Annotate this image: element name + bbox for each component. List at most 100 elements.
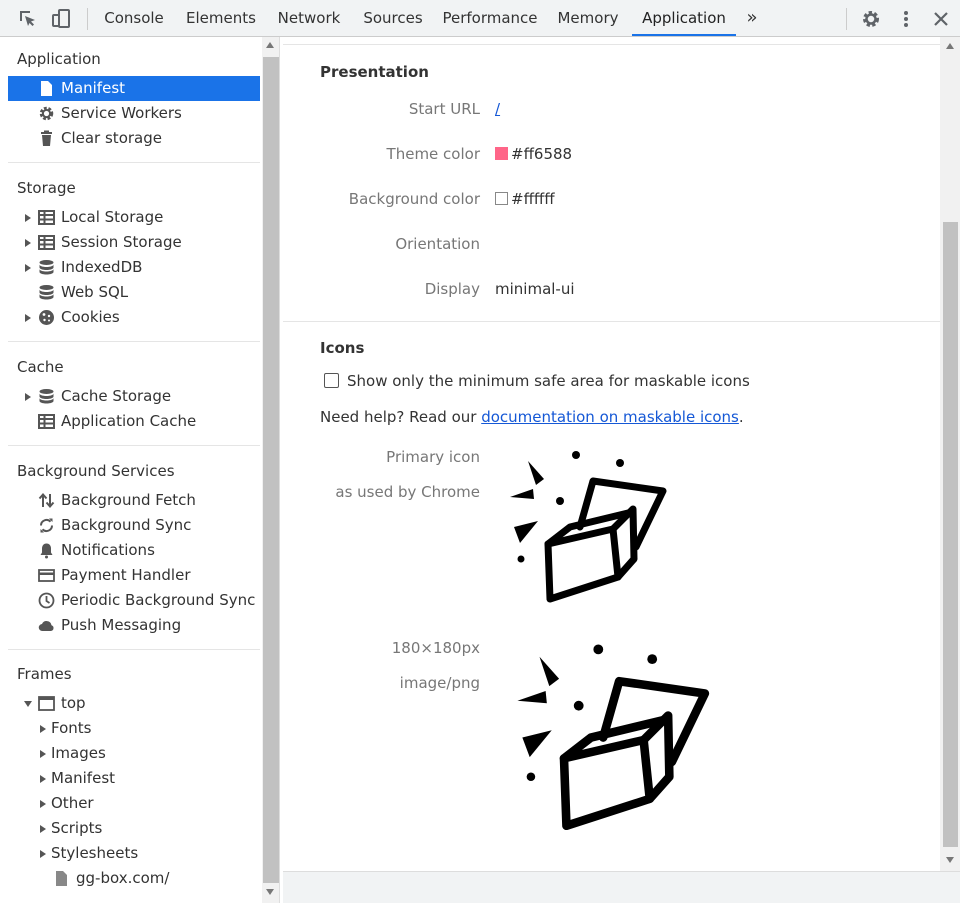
tab-sources[interactable]: Sources	[358, 0, 428, 36]
primary-icon-sub-label: as used by Chrome	[335, 483, 480, 501]
display-label: Display	[424, 280, 480, 298]
start-url-value[interactable]: /	[495, 100, 500, 118]
sidebar-item-label: Periodic Background Sync	[61, 591, 256, 609]
inspect-element-icon[interactable]	[18, 9, 38, 29]
icons-heading: Icons	[320, 339, 365, 357]
expand-arrow-icon[interactable]	[40, 750, 46, 758]
tab-elements[interactable]: Elements	[180, 0, 262, 36]
main-scrollbar-thumb[interactable]	[943, 222, 958, 847]
expand-arrow-icon[interactable]	[40, 825, 46, 833]
file-icon	[56, 871, 67, 886]
sidebar-item-label: Session Storage	[61, 233, 182, 251]
section-title-storage: Storage	[17, 179, 76, 197]
table-icon	[38, 210, 55, 225]
start-url-label: Start URL	[408, 100, 480, 118]
help-prefix: Need help? Read our	[320, 408, 482, 426]
maskable-checkbox[interactable]	[324, 373, 339, 388]
sidebar-item-label: Notifications	[61, 541, 155, 559]
orientation-label: Orientation	[395, 235, 480, 253]
expand-arrow-icon[interactable]	[25, 214, 31, 222]
help-text: Need help? Read our documentation on mas…	[320, 408, 744, 426]
gear-icon[interactable]	[861, 9, 881, 29]
up-down-arrows-icon	[38, 492, 55, 509]
scroll-down-icon[interactable]	[946, 857, 954, 863]
sidebar-item-label: Cache Storage	[61, 387, 172, 405]
icon-type-label: image/png	[399, 674, 480, 692]
main-scrollbar[interactable]	[940, 37, 960, 871]
sidebar-item-label: Service Workers	[61, 104, 182, 122]
table-icon	[38, 235, 55, 250]
tab-memory[interactable]: Memory	[550, 0, 626, 36]
background-color-text: #ffffff	[511, 190, 555, 208]
background-color-swatch	[495, 192, 508, 205]
tab-application[interactable]: Application	[632, 0, 736, 36]
sidebar-item-label: Stylesheets	[51, 844, 139, 862]
expand-arrow-icon[interactable]	[40, 725, 46, 733]
tab-network[interactable]: Network	[271, 0, 347, 36]
divider	[283, 321, 940, 322]
window-frame-icon	[38, 696, 55, 711]
expand-arrow-icon[interactable]	[40, 775, 46, 783]
expand-arrow-icon[interactable]	[25, 314, 31, 322]
expand-arrow-icon[interactable]	[25, 239, 31, 247]
sidebar-item-label: gg-box.com/	[76, 869, 170, 887]
more-tabs-button[interactable]: »	[742, 0, 762, 36]
sidebar-item-label: Other	[51, 794, 94, 812]
cookie-icon	[39, 310, 54, 325]
display-value: minimal-ui	[495, 280, 575, 298]
sidebar-scrollbar-thumb[interactable]	[263, 57, 279, 883]
sidebar-item-label: IndexedDB	[61, 258, 143, 276]
section-title-application: Application	[17, 50, 101, 68]
sidebar-item-label: Clear storage	[61, 129, 162, 147]
more-options-icon[interactable]	[896, 9, 916, 29]
sidebar-scrollbar[interactable]	[262, 37, 280, 903]
sidebar: Application Manifest Service Workers Cle…	[0, 37, 262, 903]
database-icon	[39, 285, 54, 300]
tab-performance[interactable]: Performance	[438, 0, 542, 36]
theme-color-text: #ff6588	[511, 145, 573, 163]
sidebar-item-label: Background Fetch	[61, 491, 196, 509]
sidebar-item-label: Scripts	[51, 819, 103, 837]
divider	[283, 44, 940, 45]
database-icon	[39, 389, 54, 404]
collapse-arrow-icon[interactable]	[24, 701, 32, 707]
expand-arrow-icon[interactable]	[40, 850, 46, 858]
sidebar-item-label: Cookies	[61, 308, 120, 326]
theme-color-value: #ff6588	[495, 145, 572, 163]
device-toolbar-icon[interactable]	[51, 9, 71, 29]
expand-arrow-icon[interactable]	[25, 393, 31, 401]
box-icon-image	[517, 644, 710, 831]
scroll-up-icon[interactable]	[946, 43, 954, 49]
sync-icon	[39, 518, 54, 533]
trash-icon	[41, 130, 52, 146]
bottom-bar	[283, 871, 960, 903]
divider	[8, 341, 260, 342]
sidebar-item-label: Push Messaging	[61, 616, 182, 634]
cloud-icon	[38, 621, 54, 632]
scroll-down-icon[interactable]	[266, 889, 274, 895]
close-icon[interactable]	[931, 9, 951, 29]
table-icon	[38, 414, 55, 429]
background-color-value: #ffffff	[495, 190, 555, 208]
start-url-link[interactable]: /	[495, 100, 500, 118]
tab-console[interactable]: Console	[96, 0, 172, 36]
expand-arrow-icon[interactable]	[40, 800, 46, 808]
toolbar-separator	[87, 8, 88, 30]
scroll-up-icon[interactable]	[266, 42, 274, 48]
sidebar-item-label: top	[61, 694, 86, 712]
maskable-docs-link[interactable]: documentation on maskable icons	[481, 408, 739, 426]
sidebar-item-label: Background Sync	[61, 516, 192, 534]
sidebar-item-manifest[interactable]: Manifest	[8, 76, 260, 101]
bell-icon	[40, 543, 53, 559]
sidebar-item-label: Manifest	[51, 769, 116, 787]
divider	[8, 649, 260, 650]
maskable-checkbox-label[interactable]: Show only the minimum safe area for mask…	[347, 372, 750, 390]
help-suffix: .	[738, 408, 744, 426]
divider	[8, 162, 260, 163]
sidebar-item-label: Manifest	[61, 79, 126, 97]
database-icon	[39, 260, 54, 275]
expand-arrow-icon[interactable]	[25, 264, 31, 272]
primary-icon-label: Primary icon	[386, 448, 480, 466]
section-title-background-services: Background Services	[17, 462, 175, 480]
gear-icon	[39, 106, 54, 121]
